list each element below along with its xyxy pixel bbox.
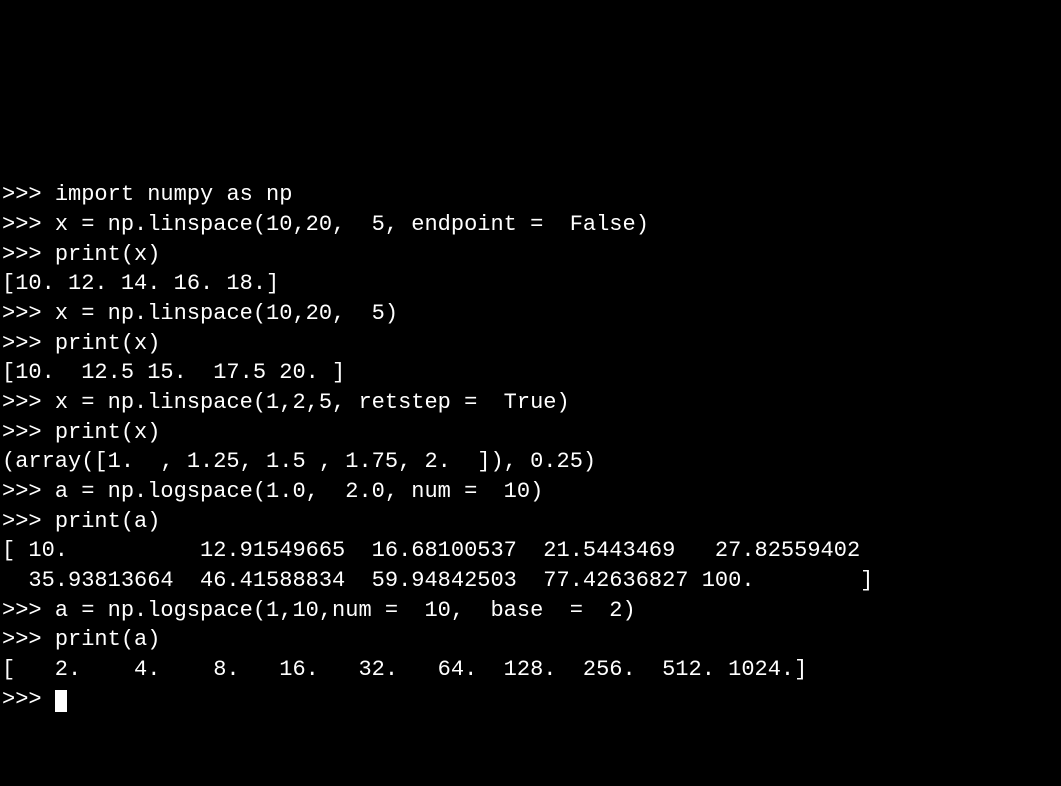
terminal-line-7: >>> x = np.linspace(1,2,5, retstep = Tru…	[2, 388, 1059, 418]
prompt: >>>	[2, 331, 55, 356]
prompt: >>>	[2, 301, 55, 326]
python-terminal[interactable]: >>> import numpy as np>>> x = np.linspac…	[2, 121, 1059, 638]
input-text: a = np.logspace(1.0, 2.0, num = 10)	[55, 479, 543, 504]
terminal-line-0: >>> import numpy as np	[2, 180, 1059, 210]
terminal-line-9: (array([1. , 1.25, 1.5 , 1.75, 2. ]), 0.…	[2, 447, 1059, 477]
cursor	[55, 690, 67, 712]
terminal-line-16: [ 2. 4. 8. 16. 32. 64. 128. 256. 512. 10…	[2, 655, 1059, 685]
prompt: >>>	[2, 242, 55, 267]
prompt: >>>	[2, 627, 55, 652]
prompt: >>>	[2, 598, 55, 623]
prompt: >>>	[2, 509, 55, 534]
output-text: (array([1. , 1.25, 1.5 , 1.75, 2. ]), 0.…	[2, 449, 596, 474]
terminal-line-11: >>> print(a)	[2, 507, 1059, 537]
output-text: [ 2. 4. 8. 16. 32. 64. 128. 256. 512. 10…	[2, 657, 807, 682]
output-text: [10. 12. 14. 16. 18.]	[2, 271, 279, 296]
input-text: print(x)	[55, 242, 161, 267]
input-text: print(x)	[55, 420, 161, 445]
input-text: a = np.logspace(1,10,num = 10, base = 2)	[55, 598, 636, 623]
input-text: import numpy as np	[55, 182, 293, 207]
terminal-line-12: [ 10. 12.91549665 16.68100537 21.5443469…	[2, 536, 1059, 566]
terminal-line-14: >>> a = np.logspace(1,10,num = 10, base …	[2, 596, 1059, 626]
terminal-line-6: [10. 12.5 15. 17.5 20. ]	[2, 358, 1059, 388]
input-text: x = np.linspace(10,20, 5, endpoint = Fal…	[55, 212, 649, 237]
terminal-line-10: >>> a = np.logspace(1.0, 2.0, num = 10)	[2, 477, 1059, 507]
output-text: [ 10. 12.91549665 16.68100537 21.5443469…	[2, 538, 860, 563]
terminal-line-17: >>>	[2, 685, 1059, 715]
input-text: print(a)	[55, 509, 161, 534]
input-text: x = np.linspace(1,2,5, retstep = True)	[55, 390, 570, 415]
terminal-line-15: >>> print(a)	[2, 625, 1059, 655]
terminal-content: >>> import numpy as np>>> x = np.linspac…	[2, 180, 1059, 714]
terminal-line-8: >>> print(x)	[2, 418, 1059, 448]
terminal-line-3: [10. 12. 14. 16. 18.]	[2, 269, 1059, 299]
terminal-line-1: >>> x = np.linspace(10,20, 5, endpoint =…	[2, 210, 1059, 240]
prompt: >>>	[2, 420, 55, 445]
terminal-line-4: >>> x = np.linspace(10,20, 5)	[2, 299, 1059, 329]
output-text: [10. 12.5 15. 17.5 20. ]	[2, 360, 345, 385]
prompt: >>>	[2, 212, 55, 237]
input-text: print(a)	[55, 627, 161, 652]
prompt: >>>	[2, 182, 55, 207]
input-text: print(x)	[55, 331, 161, 356]
terminal-line-13: 35.93813664 46.41588834 59.94842503 77.4…	[2, 566, 1059, 596]
output-text: 35.93813664 46.41588834 59.94842503 77.4…	[2, 568, 873, 593]
terminal-line-2: >>> print(x)	[2, 240, 1059, 270]
prompt: >>>	[2, 479, 55, 504]
terminal-line-5: >>> print(x)	[2, 329, 1059, 359]
prompt: >>>	[2, 687, 55, 712]
prompt: >>>	[2, 390, 55, 415]
input-text: x = np.linspace(10,20, 5)	[55, 301, 398, 326]
